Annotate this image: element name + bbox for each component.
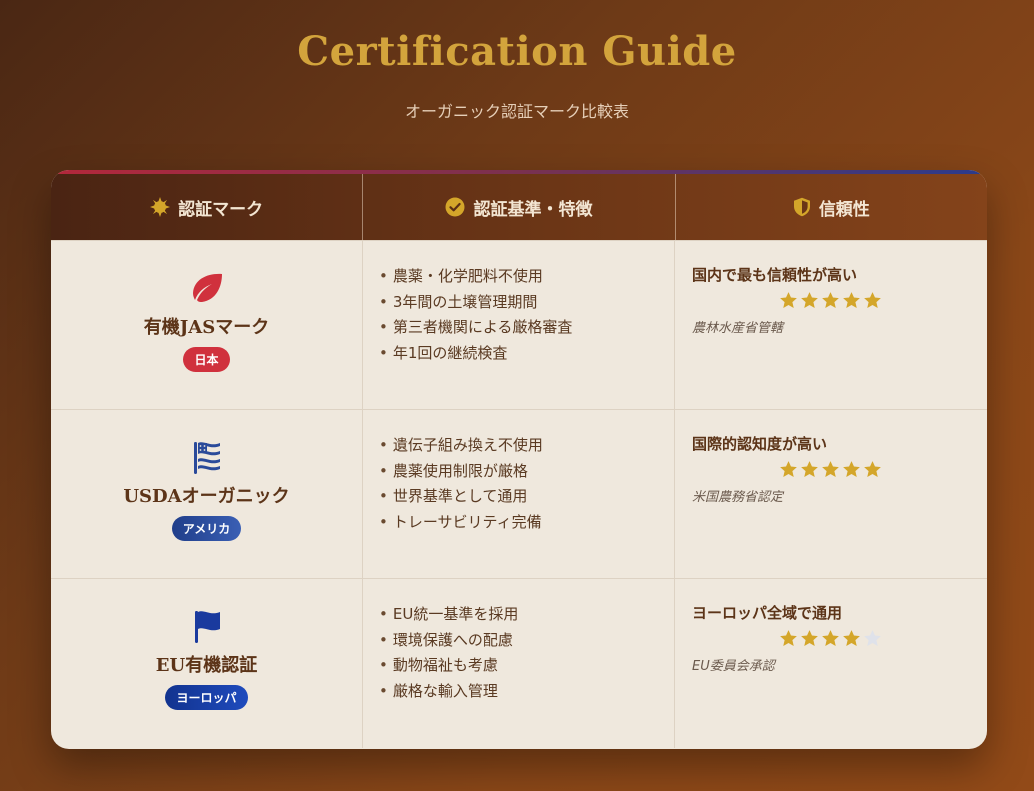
list-item: 3年間の土壌管理期間 xyxy=(379,290,674,316)
country-badge: 日本 xyxy=(183,347,230,372)
star-filled-icon xyxy=(780,461,797,478)
list-item: 環境保護への配慮 xyxy=(379,628,674,654)
star-filled-icon xyxy=(843,461,860,478)
criteria-cell: 遺伝子組み換え不使用 農薬使用制限が厳格 世界基準として通用 トレーサビリティ完… xyxy=(363,410,675,579)
authority-label: EU委員会承認 xyxy=(692,659,775,674)
list-item: 動物福祉も考慮 xyxy=(379,653,674,679)
list-item: 世界基準として通用 xyxy=(379,484,674,510)
sun-badge-icon xyxy=(150,197,171,217)
country-badge: アメリカ xyxy=(171,516,242,541)
mark-cell: 有機JASマーク 日本 xyxy=(51,241,363,410)
star-empty-icon xyxy=(864,630,881,647)
star-rating xyxy=(779,291,882,310)
star-filled-icon xyxy=(780,292,797,309)
star-filled-icon xyxy=(822,461,839,478)
star-filled-icon xyxy=(801,292,818,309)
trust-summary: ヨーロッパ全域で通用 xyxy=(692,604,843,622)
star-filled-icon xyxy=(843,630,860,647)
list-item: トレーサビリティ完備 xyxy=(379,510,674,536)
list-item: 年1回の継続検査 xyxy=(379,341,674,367)
table-header: 認証マーク 認証基準・特徴 信頼性 xyxy=(51,174,987,240)
table-row: EU有機認証 ヨーロッパ EU統一基準を採用 環境保護への配慮 動物福祉も考慮 … xyxy=(51,578,987,748)
star-filled-icon xyxy=(822,292,839,309)
mark-name: EU有機認証 xyxy=(155,655,258,676)
star-rating xyxy=(779,629,882,648)
mark-name: 有機JASマーク xyxy=(143,317,270,338)
mark-cell: USDAオーガニック アメリカ xyxy=(51,410,363,579)
leaf-icon xyxy=(192,273,222,302)
trust-cell: 国際的認知度が高い 米国農務省認定 xyxy=(675,410,987,579)
star-filled-icon xyxy=(864,461,881,478)
criteria-cell: EU統一基準を採用 環境保護への配慮 動物福祉も考慮 厳格な輸入管理 xyxy=(363,579,675,748)
features-list: 農薬・化学肥料不使用 3年間の土壌管理期間 第三者機関による厳格審査 年1回の継… xyxy=(363,241,674,366)
star-filled-icon xyxy=(864,292,881,309)
mark-cell: EU有機認証 ヨーロッパ xyxy=(51,579,363,748)
list-item: 厳格な輸入管理 xyxy=(379,679,674,705)
check-circle-icon xyxy=(445,197,465,217)
list-item: 第三者機関による厳格審査 xyxy=(379,315,674,341)
country-badge: ヨーロッパ xyxy=(165,685,248,710)
page-title: Certification Guide xyxy=(297,28,737,75)
criteria-cell: 農薬・化学肥料不使用 3年間の土壌管理期間 第三者機関による厳格審査 年1回の継… xyxy=(363,241,675,410)
star-rating xyxy=(779,460,882,479)
column-header-label: 認証基準・特徴 xyxy=(473,199,593,220)
authority-label: 農林水産省管轄 xyxy=(692,321,784,336)
column-header-mark: 認証マーク xyxy=(51,174,364,240)
column-header-criteria: 認証基準・特徴 xyxy=(363,174,676,240)
shield-icon xyxy=(793,197,810,217)
star-filled-icon xyxy=(801,630,818,647)
trust-cell: ヨーロッパ全域で通用 EU委員会承認 xyxy=(675,579,987,748)
features-list: EU統一基準を採用 環境保護への配慮 動物福祉も考慮 厳格な輸入管理 xyxy=(363,579,674,704)
star-filled-icon xyxy=(780,630,797,647)
list-item: 遺伝子組み換え不使用 xyxy=(379,433,674,459)
trust-cell: 国内で最も信頼性が高い 農林水産省管轄 xyxy=(675,241,987,410)
star-filled-icon xyxy=(822,630,839,647)
us-flag-icon xyxy=(193,442,220,474)
table-row: USDAオーガニック アメリカ 遺伝子組み換え不使用 農薬使用制限が厳格 世界基… xyxy=(51,409,987,579)
column-header-trust: 信頼性 xyxy=(676,174,987,240)
column-header-label: 認証マーク xyxy=(178,199,264,220)
star-filled-icon xyxy=(801,461,818,478)
trust-summary: 国際的認知度が高い xyxy=(692,435,828,453)
trust-summary: 国内で最も信頼性が高い xyxy=(692,266,858,284)
list-item: 農薬・化学肥料不使用 xyxy=(379,264,674,290)
list-item: 農薬使用制限が厳格 xyxy=(379,459,674,485)
mark-name: USDAオーガニック xyxy=(123,486,290,507)
comparison-table: 認証マーク 認証基準・特徴 信頼性 有機JASマーク 日本 • 農薬・化学肥料不… xyxy=(51,170,987,749)
page-subtitle: オーガニック認証マーク比較表 xyxy=(404,102,629,121)
column-header-label: 信頼性 xyxy=(818,199,870,220)
star-filled-icon xyxy=(843,292,860,309)
features-list: 遺伝子組み換え不使用 農薬使用制限が厳格 世界基準として通用 トレーサビリティ完… xyxy=(363,410,674,535)
flag-icon xyxy=(194,611,220,643)
list-item: EU統一基準を採用 xyxy=(379,602,674,628)
authority-label: 米国農務省認定 xyxy=(692,490,784,505)
table-row: 有機JASマーク 日本 農薬・化学肥料不使用 3年間の土壌管理期間 第三者機関に… xyxy=(51,240,987,410)
